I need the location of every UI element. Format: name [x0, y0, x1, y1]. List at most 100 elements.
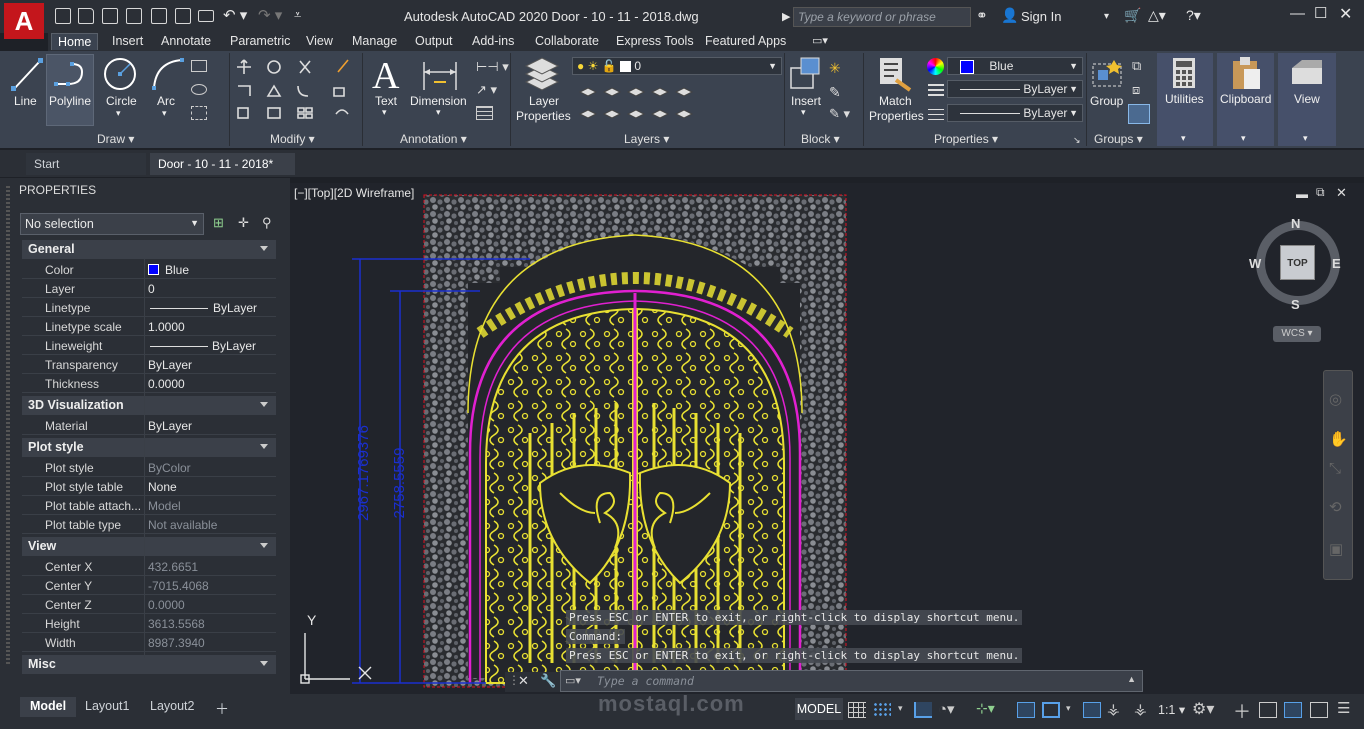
clean-screen-icon[interactable] — [1310, 702, 1328, 718]
redo-icon[interactable]: ↷ ▾ — [258, 6, 282, 24]
property-row[interactable]: Color Blue — [22, 260, 276, 279]
arc-icon[interactable] — [150, 56, 186, 92]
table-icon[interactable] — [476, 106, 493, 120]
save-web-icon[interactable] — [175, 8, 191, 24]
zoom-icon[interactable]: ⤡ — [1329, 460, 1341, 477]
property-row[interactable]: Plot style table None — [22, 477, 276, 496]
search-arrow-icon[interactable]: ▶ — [782, 10, 790, 23]
tab-collaborate[interactable]: Collaborate — [529, 33, 605, 49]
group-edit-icon[interactable]: ⧈ — [1132, 82, 1140, 98]
snap-icon[interactable] — [873, 702, 891, 718]
property-row[interactable]: Height 3613.5568 — [22, 614, 276, 633]
dimension-icon[interactable] — [420, 58, 460, 92]
view-dropdown-icon[interactable]: ▾ — [1303, 133, 1308, 144]
sign-in-dropdown-icon[interactable]: ▾ — [1104, 11, 1109, 22]
section-header-visual3d[interactable]: 3D Visualization — [22, 396, 276, 415]
tab-model[interactable]: Model — [20, 697, 77, 717]
sign-in-button[interactable]: Sign In — [1021, 9, 1061, 24]
command-close-icon[interactable]: ✕ — [518, 673, 529, 689]
layer-dropdown[interactable]: ● ☀ 🔓 0 ▼ — [572, 57, 782, 75]
command-prompt-icon[interactable]: ▭▾ — [565, 674, 581, 687]
clipboard-dropdown-icon[interactable]: ▾ — [1241, 133, 1246, 144]
save-icon[interactable] — [102, 8, 118, 24]
text-dropdown-icon[interactable]: ▾ — [382, 107, 387, 118]
modify-tools-icons[interactable] — [236, 58, 356, 124]
object-snap-tracking-icon[interactable] — [1017, 702, 1035, 718]
tab-addins[interactable]: Add-ins — [466, 33, 520, 49]
collapse-icon[interactable] — [260, 246, 268, 251]
section-header-view[interactable]: View — [22, 537, 276, 556]
properties-launcher-icon[interactable]: ↘ — [1073, 135, 1081, 146]
circle-button[interactable]: Circle — [106, 94, 137, 108]
showmotion-icon[interactable]: ▣ — [1329, 540, 1343, 558]
leader-icon[interactable]: ↗ ▾ — [476, 82, 497, 98]
property-row[interactable]: Linetype scale 1.0000 — [22, 317, 276, 336]
circle-icon[interactable] — [102, 56, 138, 92]
open-file-icon[interactable] — [78, 8, 94, 24]
layer-properties-button[interactable]: Layer — [529, 94, 559, 108]
wcs-menu[interactable]: WCS ▾ — [1273, 326, 1321, 342]
collapse-icon[interactable] — [260, 444, 268, 449]
line-button[interactable]: Line — [14, 94, 37, 108]
property-row[interactable]: Layer 0 — [22, 279, 276, 298]
group-select-icon[interactable] — [1128, 104, 1150, 124]
command-history-arrow-icon[interactable]: ▲ — [1127, 674, 1136, 684]
quick-properties-icon[interactable] — [1284, 702, 1302, 718]
property-row[interactable]: Width 8987.3940 — [22, 633, 276, 652]
tab-parametric[interactable]: Parametric — [224, 33, 296, 49]
layer-tools-icons[interactable] — [578, 82, 696, 124]
match-properties-button[interactable]: Match — [879, 94, 912, 108]
property-row[interactable]: Plot table attach... Model — [22, 496, 276, 515]
tab-featured-apps[interactable]: Featured Apps — [699, 33, 792, 49]
groups-panel-title[interactable]: Groups ▾ — [1094, 132, 1143, 146]
save-as-icon[interactable] — [126, 8, 142, 24]
tab-manage[interactable]: Manage — [346, 33, 403, 49]
isodraft-icon[interactable]: ⊹▾ — [976, 700, 995, 717]
modify-panel-title[interactable]: Modify ▾ — [270, 132, 315, 146]
properties-panel-title[interactable]: Properties ▾ — [934, 132, 998, 146]
property-row[interactable]: Linetype ByLayer — [22, 298, 276, 317]
model-space-button[interactable]: MODEL — [795, 698, 843, 720]
tab-layout1[interactable]: Layout1 — [75, 697, 139, 717]
insert-button[interactable]: Insert — [791, 94, 821, 108]
undo-icon[interactable]: ↶ ▾ — [223, 6, 247, 24]
property-row[interactable]: Plot style ByColor — [22, 458, 276, 477]
property-row[interactable]: Center Z 0.0000 — [22, 595, 276, 614]
search-input[interactable]: Type a keyword or phrase — [793, 7, 971, 27]
color-dropdown[interactable]: Blue ▼ — [947, 57, 1083, 75]
property-row[interactable]: Transparency ByLayer — [22, 355, 276, 374]
add-layout-icon[interactable]: ＋ — [205, 697, 239, 717]
ortho-icon[interactable] — [914, 702, 932, 718]
minimize-icon[interactable]: — — [1290, 5, 1305, 22]
tab-annotate[interactable]: Annotate — [155, 33, 217, 49]
orbit-icon[interactable]: ⟲ — [1329, 498, 1342, 516]
collapse-icon[interactable] — [260, 543, 268, 548]
tab-view[interactable]: View — [300, 33, 339, 49]
section-header-general[interactable]: General — [22, 240, 276, 259]
edit-block-icon[interactable]: ✎ — [829, 84, 841, 101]
units-icon[interactable] — [1259, 702, 1277, 718]
hatch-icon[interactable] — [191, 106, 207, 120]
group-icon[interactable] — [1090, 56, 1126, 92]
collapse-icon[interactable] — [260, 402, 268, 407]
insert-dropdown-icon[interactable]: ▾ — [801, 107, 806, 118]
match-properties-icon[interactable] — [878, 56, 914, 92]
viewcube-south[interactable]: S — [1291, 297, 1300, 312]
section-header-misc[interactable]: Misc — [22, 655, 276, 674]
property-row[interactable]: Thickness 0.0000 — [22, 374, 276, 393]
select-objects-icon[interactable]: ✛ — [238, 215, 249, 231]
annotation-monitor-icon[interactable]: ＋ — [1233, 698, 1251, 724]
text-icon[interactable]: A — [372, 54, 399, 98]
tab-current-drawing[interactable]: Door - 10 - 11 - 2018* — [150, 153, 295, 175]
block-attribute-icon[interactable]: ✎ ▾ — [829, 106, 850, 122]
grid-icon[interactable] — [848, 702, 866, 718]
command-input[interactable]: ▭▾ Type a command ▲ — [560, 670, 1143, 692]
polar-icon[interactable]: ◔▾ — [938, 700, 955, 718]
viewcube-north[interactable]: N — [1291, 216, 1300, 231]
qat-customize-icon[interactable]: ⩡ — [294, 7, 301, 23]
snap-dropdown-icon[interactable]: ▾ — [898, 703, 903, 714]
workspace-gear-icon[interactable]: ⚙▾ — [1192, 699, 1214, 719]
command-customize-icon[interactable]: 🔧 — [540, 673, 556, 689]
tab-express-tools[interactable]: Express Tools — [610, 33, 700, 49]
annotation-scale-icon[interactable]: ⚶ — [1134, 700, 1147, 718]
